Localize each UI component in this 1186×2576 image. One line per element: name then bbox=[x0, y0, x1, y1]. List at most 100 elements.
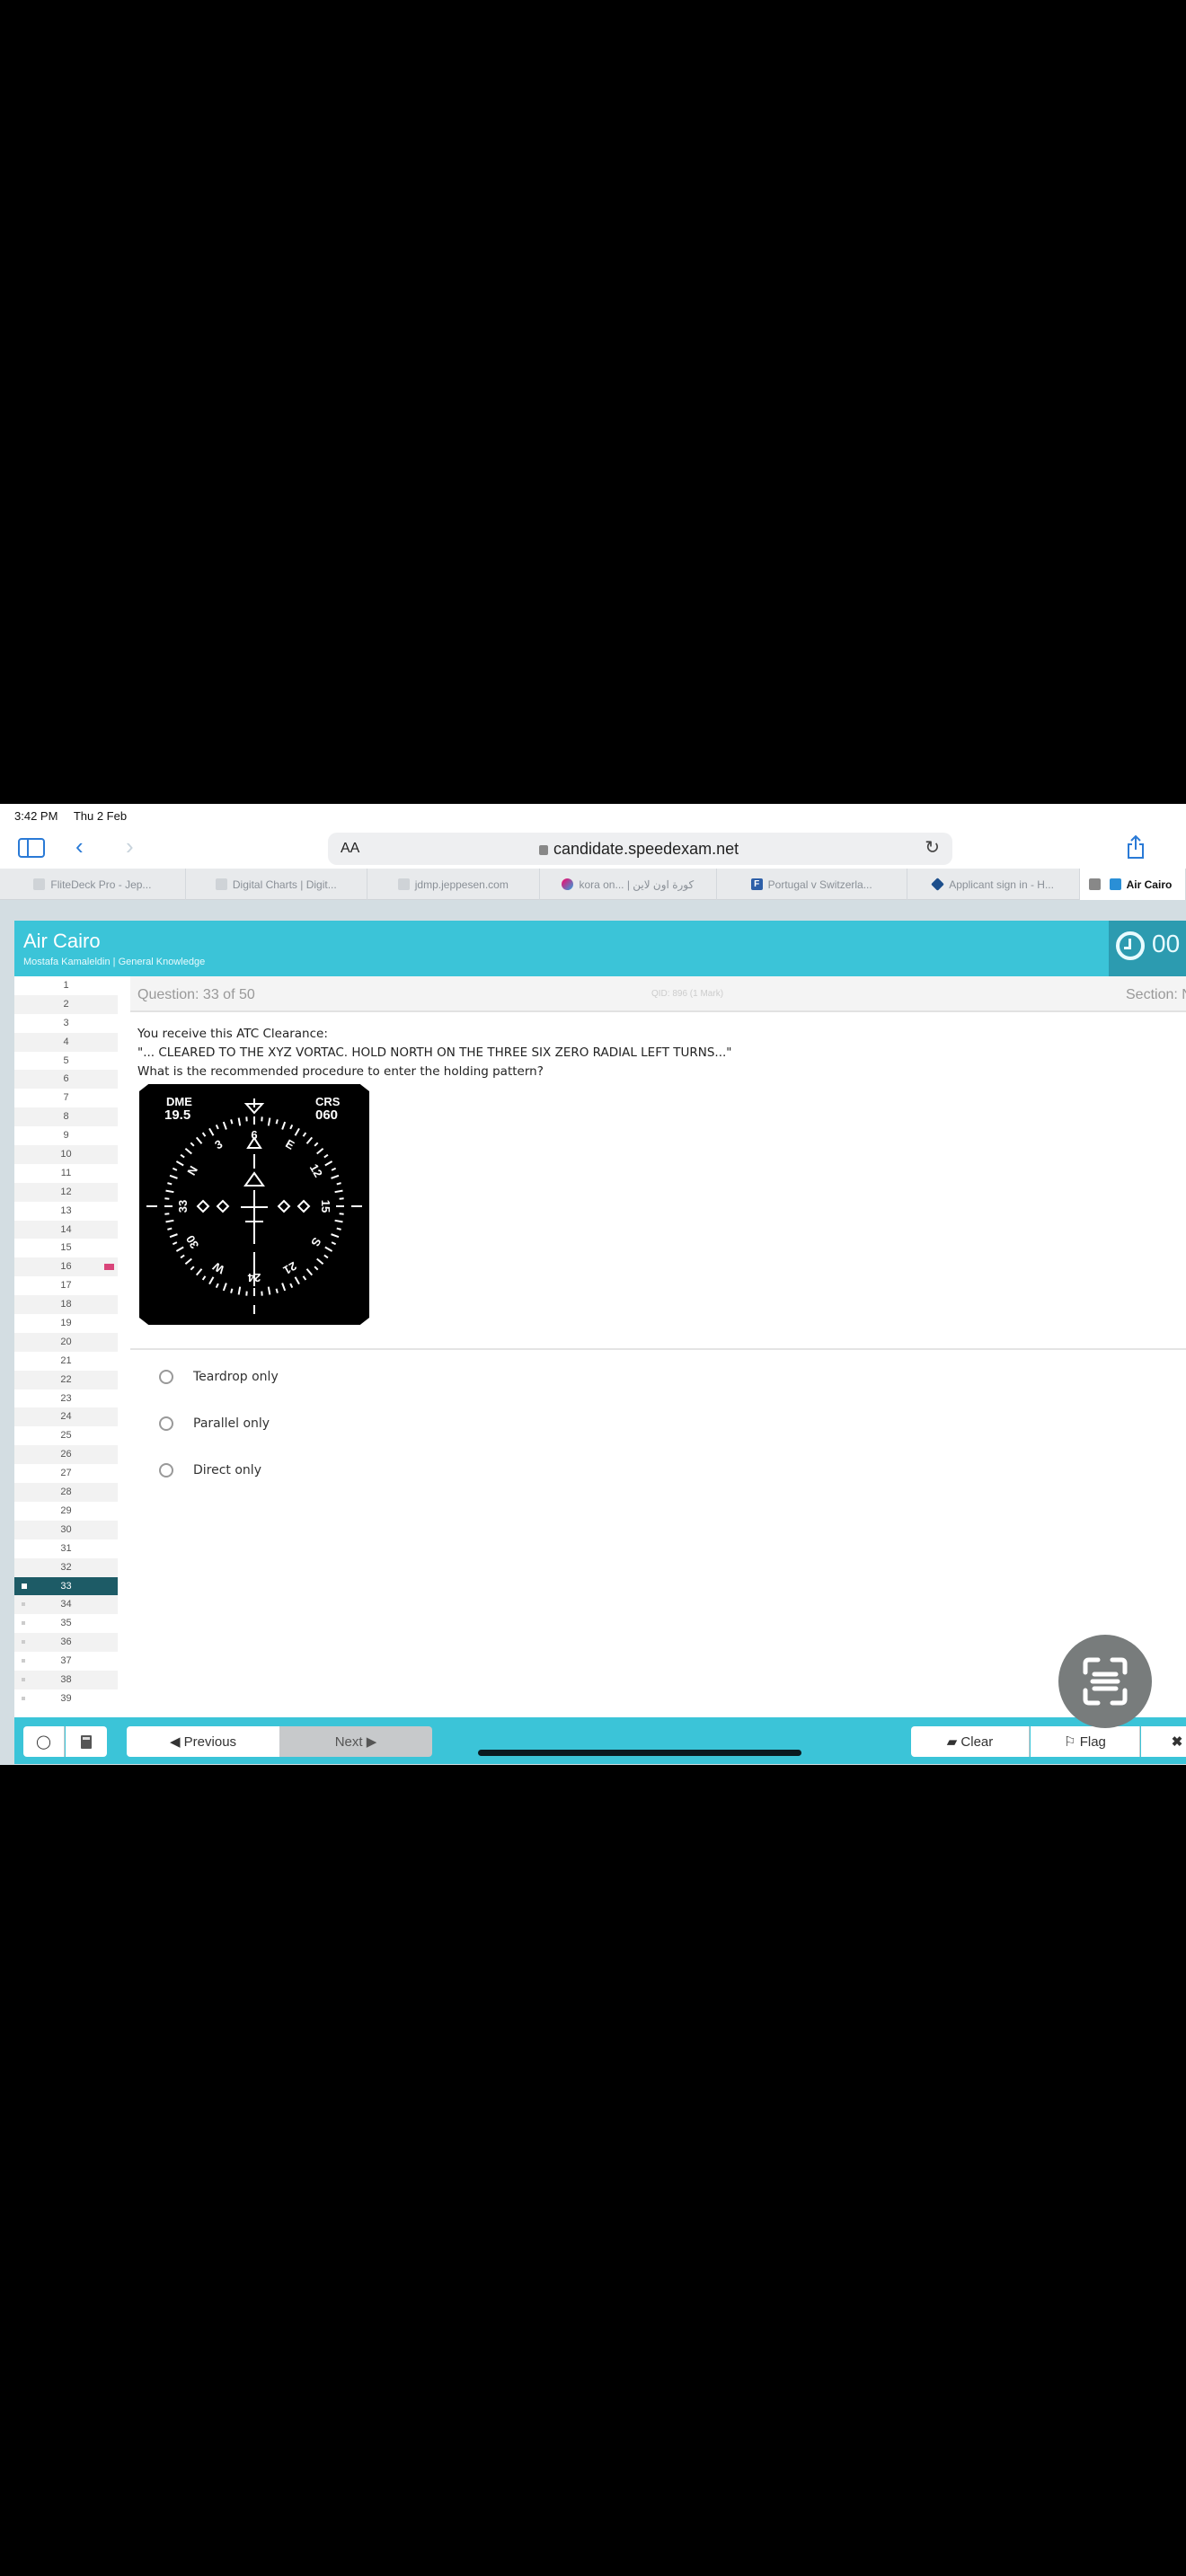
question-nav-number: 35 bbox=[60, 1618, 72, 1629]
tab-flitedeck[interactable]: FliteDeck Pro - Jep... bbox=[0, 869, 186, 900]
compass-tick bbox=[222, 1283, 227, 1292]
question-nav-number: 21 bbox=[60, 1354, 72, 1366]
compass-label: E bbox=[283, 1136, 296, 1151]
question-nav-item[interactable]: 13 bbox=[14, 1202, 118, 1221]
url-text[interactable]: candidate.speedexam.net bbox=[539, 840, 739, 859]
compass-tick bbox=[324, 1246, 333, 1252]
compass-tick bbox=[336, 1227, 341, 1231]
question-nav-item[interactable]: 10 bbox=[14, 1145, 118, 1164]
question-nav-item[interactable]: 2 bbox=[14, 994, 118, 1014]
question-nav-item[interactable]: 15 bbox=[14, 1239, 118, 1257]
tab-digital-charts[interactable]: Digital Charts | Digit... bbox=[186, 869, 367, 900]
question-line: You receive this ATC Clearance: bbox=[137, 1027, 328, 1041]
compass-tick bbox=[323, 1254, 329, 1259]
radio-button[interactable] bbox=[159, 1463, 173, 1478]
crs-label: CRS bbox=[315, 1095, 341, 1108]
question-nav-item[interactable]: 9 bbox=[14, 1126, 118, 1145]
chevron-right-icon[interactable]: › bbox=[126, 833, 134, 860]
tab-jdmp[interactable]: jdmp.jeppesen.com bbox=[367, 869, 540, 900]
question-nav-item[interactable]: 3 bbox=[14, 1014, 118, 1033]
answer-option[interactable]: Parallel only bbox=[159, 1411, 270, 1436]
share-icon[interactable] bbox=[1125, 834, 1145, 859]
question-nav-number: 13 bbox=[60, 1204, 72, 1216]
tab-kora[interactable]: kora on... | كورة اون لاين bbox=[540, 869, 717, 900]
compass-tick bbox=[184, 1147, 192, 1155]
tab-applicant[interactable]: Applicant sign in - H... bbox=[907, 869, 1080, 900]
question-line: What is the recommended procedure to ent… bbox=[137, 1064, 544, 1079]
compass-tick bbox=[208, 1276, 215, 1285]
status-dot-icon bbox=[22, 1602, 25, 1607]
answer-option[interactable]: Teardrop only bbox=[159, 1364, 279, 1389]
next-button[interactable]: Next ▶ bbox=[279, 1726, 432, 1757]
question-nav-item[interactable]: 11 bbox=[14, 1164, 118, 1183]
compass-tick bbox=[289, 1124, 294, 1130]
question-nav-item[interactable]: 31 bbox=[14, 1539, 118, 1558]
compass-tick bbox=[172, 1241, 178, 1246]
tab-air-cairo[interactable]: Air Cairo bbox=[1079, 869, 1186, 900]
question-nav-item[interactable]: 39 bbox=[14, 1689, 118, 1708]
live-text-scan-button[interactable] bbox=[1058, 1635, 1152, 1728]
radio-button[interactable] bbox=[159, 1370, 173, 1384]
reader-aa-button[interactable]: AA bbox=[341, 841, 359, 857]
question-nav-item[interactable]: 24 bbox=[14, 1407, 118, 1427]
flag-button[interactable]: ⚐ Flag bbox=[1031, 1726, 1140, 1757]
question-nav-item[interactable]: 23 bbox=[14, 1389, 118, 1408]
question-nav-item[interactable]: 27 bbox=[14, 1464, 118, 1483]
divider bbox=[130, 1348, 1186, 1350]
compass-tick bbox=[222, 1121, 227, 1130]
address-bar[interactable]: AA candidate.speedexam.net ↻ bbox=[328, 833, 952, 865]
question-nav-item[interactable]: 34 bbox=[14, 1595, 118, 1615]
question-nav-item[interactable]: 17 bbox=[14, 1276, 118, 1295]
comment-button[interactable]: ◯ bbox=[23, 1726, 65, 1757]
question-nav-item[interactable]: 19 bbox=[14, 1314, 118, 1333]
previous-button[interactable]: ◀ Previous bbox=[127, 1726, 279, 1757]
calculator-button[interactable] bbox=[66, 1726, 107, 1757]
question-nav-item[interactable]: 12 bbox=[14, 1182, 118, 1202]
question-nav-item[interactable]: 36 bbox=[14, 1633, 118, 1653]
question-nav-number: 7 bbox=[63, 1092, 69, 1104]
question-nav-item[interactable]: 16 bbox=[14, 1257, 118, 1277]
tab-portugal[interactable]: F Portugal v Switzerla... bbox=[717, 869, 907, 900]
question-nav-item[interactable]: 33 bbox=[14, 1576, 118, 1596]
question-nav-item[interactable]: 4 bbox=[14, 1032, 118, 1052]
option-label: Teardrop only bbox=[193, 1370, 279, 1384]
question-nav-item[interactable]: 37 bbox=[14, 1652, 118, 1671]
question-nav-item[interactable]: 29 bbox=[14, 1502, 118, 1521]
question-nav-item[interactable]: 30 bbox=[14, 1520, 118, 1539]
close-tab-icon[interactable] bbox=[1088, 878, 1101, 890]
radio-button[interactable] bbox=[159, 1416, 173, 1431]
question-nav-item[interactable]: 35 bbox=[14, 1614, 118, 1633]
question-nav-number: 32 bbox=[60, 1561, 72, 1573]
compass-tick bbox=[302, 1132, 307, 1137]
compass-tick bbox=[334, 1219, 343, 1223]
question-nav-item[interactable]: 14 bbox=[14, 1220, 118, 1239]
answer-option[interactable]: Direct only bbox=[159, 1458, 261, 1483]
end-exam-button[interactable]: ✖ bbox=[1141, 1726, 1186, 1757]
user-info: Mostafa Kamaleldin | General Knowledge bbox=[23, 957, 206, 967]
question-nav-item[interactable]: 8 bbox=[14, 1107, 118, 1127]
question-nav-item[interactable]: 25 bbox=[14, 1426, 118, 1445]
question-nav-number: 33 bbox=[60, 1580, 72, 1592]
question-nav-item[interactable]: 26 bbox=[14, 1445, 118, 1465]
status-dot-icon bbox=[22, 1696, 25, 1700]
reload-icon[interactable]: ↻ bbox=[925, 836, 940, 859]
question-nav-item[interactable]: 21 bbox=[14, 1352, 118, 1371]
question-nav-item[interactable]: 32 bbox=[14, 1557, 118, 1577]
eraser-icon: ▰ bbox=[946, 1734, 961, 1750]
question-nav-item[interactable]: 18 bbox=[14, 1295, 118, 1315]
clear-button[interactable]: ▰ Clear bbox=[911, 1726, 1030, 1757]
question-nav-item[interactable]: 20 bbox=[14, 1332, 118, 1352]
question-nav-item[interactable]: 1 bbox=[14, 976, 118, 995]
compass-tick bbox=[314, 1142, 319, 1147]
question-nav-item[interactable]: 38 bbox=[14, 1670, 118, 1689]
status-time: 3:42 PM bbox=[14, 809, 58, 823]
compass-tick bbox=[323, 1153, 329, 1159]
question-nav-item[interactable]: 28 bbox=[14, 1483, 118, 1502]
question-nav-item[interactable]: 22 bbox=[14, 1370, 118, 1389]
question-nav-number: 20 bbox=[60, 1336, 72, 1347]
sidebar-icon[interactable] bbox=[18, 838, 45, 858]
question-nav-item[interactable]: 6 bbox=[14, 1070, 118, 1090]
question-nav-item[interactable]: 5 bbox=[14, 1052, 118, 1071]
chevron-left-icon[interactable]: ‹ bbox=[75, 833, 84, 860]
question-nav-item[interactable]: 7 bbox=[14, 1089, 118, 1107]
